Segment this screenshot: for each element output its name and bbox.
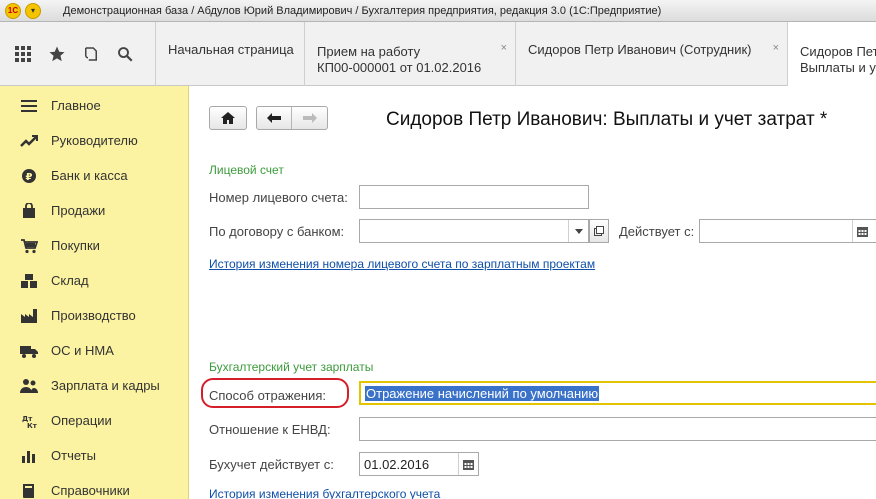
sections-sidebar: Главное Руководителю ₽ Банк и касса Прод… — [0, 86, 189, 499]
form-area: Сидоров Петр Иванович: Выплаты и учет за… — [190, 86, 876, 499]
reflection-method-input[interactable]: Отражение начислений по умолчанию — [359, 381, 876, 405]
page-title: Сидоров Петр Иванович: Выплаты и учет за… — [386, 109, 828, 130]
chevron-down-icon — [574, 228, 583, 234]
bank-contract-label: По договору с банком: — [209, 224, 345, 239]
top-tools — [0, 22, 155, 86]
accounting-from-input[interactable]: 01.02.2016 — [359, 452, 479, 476]
sidebar-item-manager[interactable]: Руководителю — [0, 123, 189, 158]
sidebar-item-main[interactable]: Главное — [0, 88, 189, 123]
dt-kt-icon: Дт Кт — [19, 411, 39, 431]
truck-icon — [19, 341, 39, 361]
back-button[interactable] — [257, 107, 292, 129]
sidebar-item-label: Операции — [51, 413, 112, 428]
sidebar-item-label: Справочники — [51, 483, 130, 498]
close-tab-icon[interactable]: × — [501, 40, 507, 56]
forward-button[interactable] — [292, 107, 327, 129]
cart-icon — [19, 236, 39, 256]
sidebar-item-label: Зарплата и кадры — [51, 378, 160, 393]
group-title-accounting: Бухгалтерский учет зарплаты — [209, 360, 374, 374]
group-title-account: Лицевой счет — [209, 163, 284, 177]
envd-label: Отношение к ЕНВД: — [209, 422, 331, 437]
arrow-right-icon — [302, 113, 317, 123]
sidebar-item-label: Главное — [51, 98, 101, 113]
home-button[interactable] — [209, 106, 247, 130]
sidebar-item-fixed-assets[interactable]: ОС и НМА — [0, 333, 189, 368]
tab-payments-active[interactable]: Сидоров Петр Выплаты и у — [787, 22, 876, 86]
sidebar-item-label: Покупки — [51, 238, 100, 253]
factory-icon — [19, 306, 39, 326]
apps-grid-icon[interactable] — [10, 41, 36, 67]
reflection-method-label: Способ отражения: — [209, 388, 326, 403]
sidebar-item-sales[interactable]: Продажи — [0, 193, 189, 228]
sidebar-item-label: Продажи — [51, 203, 106, 218]
search-icon[interactable] — [112, 41, 138, 67]
account-history-link[interactable]: История изменения номера лицевого счета … — [209, 257, 595, 271]
sidebar-item-label: Отчеты — [51, 448, 96, 463]
sidebar-item-bank[interactable]: ₽ Банк и касса — [0, 158, 189, 193]
sidebar-item-operations[interactable]: Дт Кт Операции — [0, 403, 189, 438]
boxes-icon — [19, 271, 39, 291]
home-icon — [221, 112, 235, 124]
sidebar-item-payroll[interactable]: Зарплата и кадры — [0, 368, 189, 403]
reflection-method-value: Отражение начислений по умолчанию — [365, 386, 600, 401]
account-number-label: Номер лицевого счета: — [209, 190, 348, 205]
open-contract-button[interactable] — [589, 219, 609, 243]
tab-label-line1: Сидоров Петр — [800, 44, 876, 59]
dropdown-button[interactable] — [568, 220, 588, 242]
valid-from-input[interactable] — [699, 219, 876, 243]
main-menu-icon[interactable]: ▾ — [25, 2, 41, 19]
bag-icon — [19, 201, 39, 221]
window-title-bar: 1С ▾ Демонстрационная база / Абдулов Юри… — [0, 0, 876, 22]
sidebar-item-production[interactable]: Производство — [0, 298, 189, 333]
tab-label: Сидоров Петр Иванович (Сотрудник) — [528, 42, 752, 57]
top-panel: Начальная страница Прием на работу КП00-… — [0, 22, 876, 86]
sidebar-item-catalogs[interactable]: Справочники — [0, 473, 189, 499]
tab-hiring-document[interactable]: Прием на работу КП00-000001 от 01.02.201… — [304, 22, 515, 86]
sidebar-item-reports[interactable]: Отчеты — [0, 438, 189, 473]
people-icon — [19, 376, 39, 396]
book-icon — [19, 481, 39, 499]
history-icon[interactable] — [78, 41, 104, 67]
accounting-from-label: Бухучет действует с: — [209, 457, 334, 472]
window-title: Демонстрационная база / Абдулов Юрий Вла… — [63, 4, 662, 17]
arrow-left-icon — [267, 113, 281, 123]
navigation-buttons — [256, 106, 328, 130]
trend-icon — [19, 131, 39, 151]
calendar-icon — [463, 459, 474, 470]
account-number-input[interactable] — [359, 185, 589, 209]
favorites-star-icon[interactable] — [44, 41, 70, 67]
sidebar-item-label: Руководителю — [51, 133, 138, 148]
sidebar-item-label: Банк и касса — [51, 168, 128, 183]
bank-contract-input[interactable] — [359, 219, 589, 243]
calendar-button[interactable] — [458, 453, 478, 475]
envd-input[interactable] — [359, 417, 876, 441]
accounting-from-value: 01.02.2016 — [364, 457, 430, 472]
tab-label-line2: КП00-000001 от 01.02.2016 — [317, 60, 482, 75]
calendar-button[interactable] — [852, 220, 872, 242]
close-tab-icon[interactable]: × — [773, 40, 779, 56]
svg-text:Кт: Кт — [27, 422, 37, 429]
sidebar-item-label: ОС и НМА — [51, 343, 114, 358]
open-icon — [594, 226, 604, 236]
coin-icon: ₽ — [19, 166, 39, 186]
accounting-history-link[interactable]: История изменения бухгалтерского учета — [209, 487, 440, 499]
chart-icon — [19, 446, 39, 466]
tab-employee-sidorov[interactable]: Сидоров Петр Иванович (Сотрудник) × — [515, 22, 787, 86]
calendar-icon — [857, 226, 868, 237]
valid-from-label: Действует с: — [619, 224, 695, 239]
sidebar-item-warehouse[interactable]: Склад — [0, 263, 189, 298]
menu-lines-icon — [19, 96, 39, 116]
tab-label: Начальная страница — [168, 42, 294, 57]
tab-label-line1: Прием на работу — [317, 44, 421, 59]
svg-text:₽: ₽ — [26, 172, 33, 183]
tab-label-line2: Выплаты и у — [800, 60, 876, 75]
tab-home-page[interactable]: Начальная страница — [155, 22, 304, 86]
sidebar-item-purchases[interactable]: Покупки — [0, 228, 189, 263]
1c-logo-icon[interactable]: 1С — [5, 2, 21, 19]
sidebar-item-label: Склад — [51, 273, 89, 288]
sidebar-item-label: Производство — [51, 308, 136, 323]
